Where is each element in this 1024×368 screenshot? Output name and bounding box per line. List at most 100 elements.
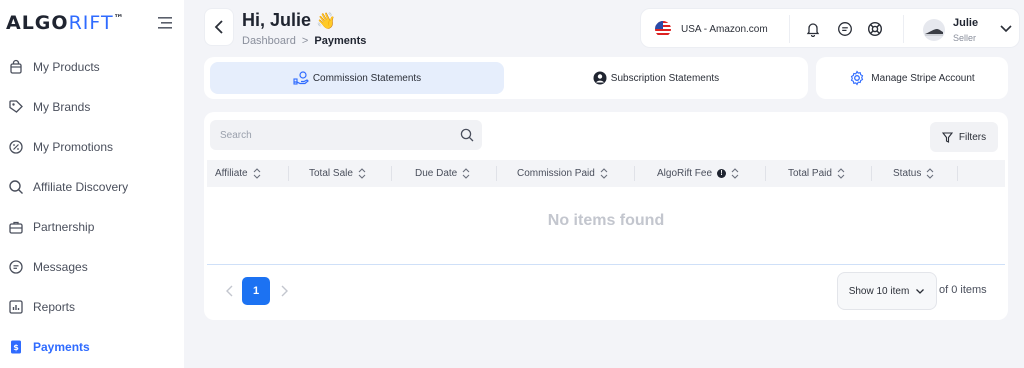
filter-icon <box>941 131 953 143</box>
sidebar-item-label: Reports <box>33 300 76 314</box>
column-due-date[interactable]: Due Date <box>415 160 470 187</box>
page-size-select[interactable]: Show 10 item <box>837 272 937 310</box>
sidebar-item-label: Messages <box>33 260 88 274</box>
column-divider <box>765 166 766 181</box>
us-flag-icon <box>655 21 671 37</box>
sidebar-item-messages[interactable]: Messages <box>0 248 184 286</box>
info-icon[interactable]: ! <box>717 169 727 178</box>
breadcrumb-separator: > <box>301 35 309 47</box>
user-role: Seller <box>953 33 977 43</box>
sidebar-item-my-products[interactable]: My Products <box>0 48 184 86</box>
filters-label: Filters <box>958 131 987 143</box>
divider <box>903 15 904 43</box>
tab-subscription-statements[interactable]: Subscription Statements <box>510 62 802 94</box>
pagination-next-icon[interactable] <box>278 284 290 298</box>
report-icon <box>9 300 23 314</box>
logo-text-rift: RIFT <box>68 12 114 34</box>
sidebar-item-reports[interactable]: Reports <box>0 288 184 326</box>
support-icon[interactable] <box>867 21 883 37</box>
table-header: Affiliate Total Sale Due Date Commission… <box>207 160 1005 187</box>
sidebar-item-label: My Brands <box>33 100 91 114</box>
divider <box>789 15 790 43</box>
sidebar-item-label: Affiliate Discovery <box>33 180 129 194</box>
chat-icon <box>9 260 23 274</box>
chevron-down-icon <box>916 289 925 294</box>
user-name: Julie <box>953 17 979 29</box>
column-total-paid[interactable]: Total Paid <box>788 160 845 187</box>
hand-coin-icon <box>293 71 309 85</box>
column-divider <box>288 166 289 181</box>
marketplace-label: USA - Amazon.com <box>681 23 768 35</box>
search-icon <box>9 180 23 194</box>
search-box <box>210 120 482 150</box>
sidebar-item-partnership[interactable]: Partnership <box>0 208 184 246</box>
breadcrumb-dashboard[interactable]: Dashboard <box>242 35 296 47</box>
column-commission-paid[interactable]: Commission Paid <box>517 160 608 187</box>
sidebar-item-label: Partnership <box>33 220 95 234</box>
sidebar-item-label: Payments <box>33 340 90 354</box>
column-divider <box>391 166 392 181</box>
column-label: Affiliate <box>215 168 248 179</box>
menu-toggle-icon[interactable] <box>158 16 174 30</box>
filters-button[interactable]: Filters <box>930 122 998 152</box>
logo-trademark: ™ <box>113 13 125 25</box>
search-icon[interactable] <box>460 128 474 142</box>
sidebar-item-affiliate-discovery[interactable]: Affiliate Discovery <box>0 168 184 206</box>
discount-icon <box>9 140 23 154</box>
chevron-down-icon[interactable] <box>999 23 1013 35</box>
column-label: Commission Paid <box>517 168 595 179</box>
column-status[interactable]: Status <box>893 160 934 187</box>
total-items-label: of 0 items <box>939 284 987 296</box>
manage-stripe-account-button[interactable]: Manage Stripe Account <box>816 57 1008 99</box>
page-title: Hi, Julie 👋 <box>242 10 336 31</box>
table-bottom-border <box>207 264 1005 265</box>
statements-panel: Filters Affiliate Total Sale Due Date Co… <box>204 112 1008 320</box>
sidebar-item-payments[interactable]: $ Payments <box>0 328 184 366</box>
svg-text:$: $ <box>13 343 19 352</box>
column-affiliate[interactable]: Affiliate <box>215 160 261 187</box>
column-divider <box>496 166 497 181</box>
chevron-left-icon <box>214 20 223 34</box>
page-header: Hi, Julie 👋 Dashboard > Payments USA - A… <box>204 6 1020 48</box>
sidebar-item-my-promotions[interactable]: My Promotions <box>0 128 184 166</box>
payment-icon: $ <box>11 340 21 354</box>
sort-icon <box>926 168 934 179</box>
chat-icon[interactable] <box>837 21 853 37</box>
column-label: Total Paid <box>788 168 832 179</box>
column-algorift-fee[interactable]: AlgoRift Fee ! <box>657 160 739 187</box>
tab-label: Subscription Statements <box>610 72 720 84</box>
sort-icon <box>731 168 739 179</box>
sidebar: ALGORIFT™ My Products My Brands My Promo… <box>0 0 184 368</box>
sort-icon <box>837 168 845 179</box>
greeting-text: Hi, Julie <box>242 10 312 30</box>
column-divider <box>871 166 872 181</box>
stripe-button-label: Manage Stripe Account <box>871 72 975 84</box>
top-bar: USA - Amazon.com Julie Seller <box>640 8 1020 48</box>
breadcrumb-current: Payments <box>314 35 367 47</box>
avatar[interactable] <box>923 19 945 41</box>
pagination-prev-icon[interactable] <box>224 284 236 298</box>
sidebar-item-my-brands[interactable]: My Brands <box>0 88 184 126</box>
user-circle-icon <box>593 71 607 85</box>
bell-icon[interactable] <box>805 21 821 37</box>
page-size-label: Show 10 item <box>848 285 910 297</box>
sidebar-item-label: My Products <box>33 60 100 74</box>
algorift-logo[interactable]: ALGORIFT™ <box>6 12 125 34</box>
column-divider <box>957 166 958 181</box>
column-total-sale[interactable]: Total Sale <box>309 160 366 187</box>
statement-tabs: Commission Statements Subscription State… <box>204 57 808 99</box>
back-button[interactable] <box>204 8 234 46</box>
column-label: Status <box>893 168 922 179</box>
tab-commission-statements[interactable]: Commission Statements <box>210 62 504 94</box>
wave-hand-icon: 👋 <box>316 11 336 30</box>
sort-icon <box>253 168 261 179</box>
bag-icon <box>10 59 22 74</box>
marketplace-selector[interactable]: USA - Amazon.com <box>655 21 768 37</box>
search-input[interactable] <box>210 120 450 150</box>
sort-icon <box>600 168 608 179</box>
column-label: AlgoRift Fee <box>657 168 713 179</box>
sort-icon <box>358 168 366 179</box>
tag-icon <box>9 100 23 113</box>
pagination-page-button[interactable]: 1 <box>242 277 270 305</box>
column-label: Due Date <box>415 168 458 179</box>
